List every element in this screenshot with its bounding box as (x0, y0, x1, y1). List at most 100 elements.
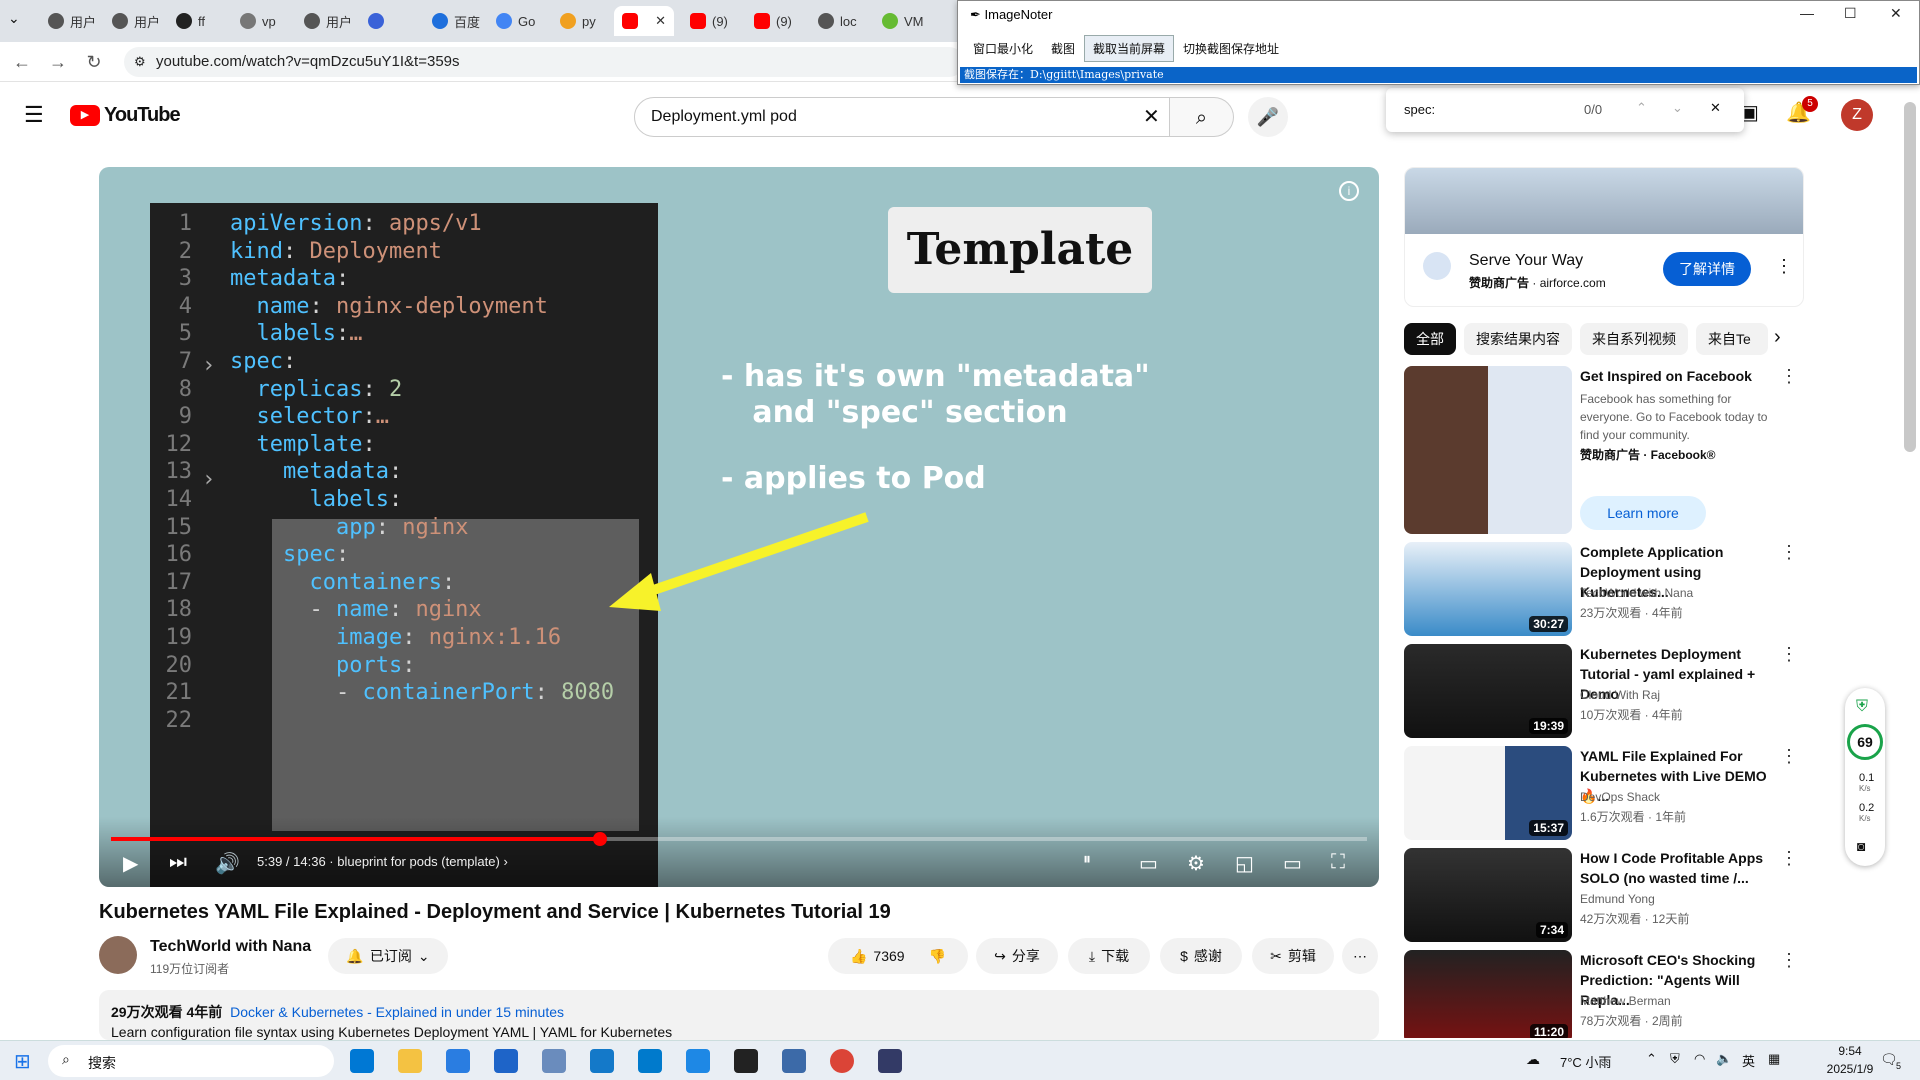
find-next-icon[interactable]: ⌄ (1672, 100, 1683, 116)
list-item[interactable]: 30:27 Complete Application Deployment us… (1404, 542, 1804, 638)
more-icon[interactable]: ⋮ (1780, 746, 1798, 767)
menu-screenshot[interactable]: 截图 (1042, 35, 1084, 62)
description-tags[interactable]: Docker & Kubernetes - Explained in under… (230, 1004, 564, 1020)
app-icon[interactable] (542, 1049, 566, 1073)
back-icon[interactable]: ← (10, 50, 34, 74)
chip-series[interactable]: 来自系列视频 (1580, 323, 1688, 355)
browser-tab-active[interactable]: ✕ (614, 6, 674, 36)
browser-tab[interactable]: 用户 (40, 6, 104, 36)
site-info-icon[interactable]: ⚙ (134, 47, 146, 77)
youtube-logo[interactable]: ▶ YouTube (70, 104, 181, 127)
browser-tab[interactable]: VM (874, 6, 932, 36)
sidebar-ad[interactable]: Serve Your Way 赞助商广告 · airforce.com 了解详情… (1404, 167, 1804, 307)
thanks-button[interactable]: $ 感谢 (1160, 938, 1242, 974)
settings-icon[interactable]: ⚙ (1187, 851, 1205, 876)
clear-search-icon[interactable]: ✕ (1143, 98, 1160, 136)
menu-icon[interactable]: ☰ (24, 102, 44, 128)
menu-minimize[interactable]: 窗口最小化 (964, 35, 1042, 62)
tray-chevron-icon[interactable]: ⌃ (1646, 1051, 1657, 1067)
clip-button[interactable]: ✂ 剪辑 (1252, 938, 1334, 974)
reload-icon[interactable]: ↻ (82, 50, 106, 74)
browser-tab[interactable]: loc (810, 6, 865, 36)
find-close-icon[interactable]: ✕ (1710, 100, 1721, 116)
video-player[interactable]: 1 apiVersion: apps/v1 2 kind: Deployment 3 me… (99, 167, 1379, 887)
clock-time[interactable]: 9:54 (1820, 1044, 1880, 1058)
taskbar-search[interactable]: ⌕ 搜索 (48, 1045, 334, 1077)
list-item[interactable]: Get Inspired on Facebook Facebook has so… (1404, 366, 1804, 534)
play-icon[interactable]: ▶ (123, 851, 138, 876)
browser-tab[interactable]: ff (168, 6, 213, 36)
speaker-icon[interactable]: 🔈 (1716, 1051, 1732, 1067)
browser-tab[interactable]: 用户 (104, 6, 168, 36)
search-app-icon[interactable] (590, 1049, 614, 1073)
file-explorer-icon[interactable] (398, 1049, 422, 1073)
browser-tab[interactable] (360, 6, 398, 36)
next-icon[interactable]: ⏭ (169, 851, 187, 874)
autoplay-toggle-icon[interactable]: ⏸ (1083, 851, 1091, 869)
like-count[interactable]: 7369 (873, 948, 904, 964)
camera-icon[interactable]: ◙ (1857, 838, 1865, 854)
more-icon[interactable]: ⋮ (1780, 542, 1798, 563)
volume-icon[interactable]: 🔊 (215, 851, 240, 876)
list-item[interactable]: 19:39 Kubernetes Deployment Tutorial - y… (1404, 644, 1804, 740)
chip-all[interactable]: 全部 (1404, 323, 1456, 355)
forward-icon[interactable]: → (46, 50, 70, 74)
more-icon[interactable]: ⋮ (1780, 848, 1798, 869)
channel-name[interactable]: TechWorld with Nana (150, 938, 311, 956)
minimize-icon[interactable]: — (1800, 5, 1814, 21)
more-icon[interactable]: ⋮ (1780, 644, 1798, 665)
browser-tab[interactable]: 百度 (424, 6, 488, 36)
dislike-icon[interactable]: 👎 (929, 948, 946, 965)
ime-indicator[interactable]: 英 (1742, 1051, 1755, 1070)
miniplayer-icon[interactable]: ◱ (1235, 851, 1254, 876)
maximize-icon[interactable]: ☐ (1844, 5, 1857, 22)
find-prev-icon[interactable]: ⌃ (1636, 100, 1647, 116)
ime-grid-icon[interactable]: ▦ (1768, 1051, 1780, 1067)
browser-tab[interactable]: vp (232, 6, 284, 36)
feishu-icon[interactable] (686, 1049, 710, 1073)
clock-date[interactable]: 2025/1/9 (1812, 1062, 1888, 1076)
tab-menu-icon[interactable]: ⌄ (8, 10, 20, 27)
avatar[interactable]: Z (1841, 99, 1873, 131)
ad-cta-button[interactable]: 了解详情 (1663, 252, 1751, 286)
more-icon[interactable]: ⋮ (1780, 950, 1798, 971)
more-icon[interactable]: ⋮ (1780, 366, 1798, 387)
like-icon[interactable]: 👍 (850, 948, 867, 965)
list-item[interactable]: 15:37 YAML File Explained For Kubernetes… (1404, 746, 1804, 842)
wifi-icon[interactable]: ◠ (1694, 1051, 1705, 1067)
share-button[interactable]: ↪ 分享 (976, 938, 1058, 974)
menu-capture-screen[interactable]: 截取当前屏幕 (1084, 35, 1175, 62)
search-button[interactable]: ⌕ (1170, 97, 1234, 137)
save-path-text[interactable]: 截图保存在：D:\ggiitt\Images\private (960, 67, 1917, 83)
fullscreen-icon[interactable]: ⛶ (1331, 851, 1345, 874)
chapter-title[interactable]: blueprint for pods (template) (337, 854, 500, 869)
scrubber-handle[interactable] (592, 832, 607, 846)
list-item[interactable]: 11:20 Microsoft CEO's Shocking Predictio… (1404, 950, 1804, 1038)
store-icon[interactable] (446, 1049, 470, 1073)
search-input[interactable]: Deployment.yml pod ✕ (634, 97, 1170, 137)
find-input[interactable]: spec: (1404, 102, 1435, 117)
address-bar[interactable]: ⚙ youtube.com/watch?v=qmDzcu5uY1I&t=359s (124, 47, 964, 77)
chip-search-results[interactable]: 搜索结果内容 (1464, 323, 1572, 355)
weather-text[interactable]: 7°C 小雨 (1560, 1052, 1611, 1071)
download-button[interactable]: ⤓ 下载 (1068, 938, 1150, 974)
imagenoter-taskbar-icon[interactable] (878, 1049, 902, 1073)
subscribed-button[interactable]: 🔔 已订阅 ⌄ (328, 938, 448, 974)
close-icon[interactable]: ✕ (1890, 5, 1902, 22)
tab-close-icon[interactable]: ✕ (655, 13, 666, 29)
browser-tab[interactable]: (9) (746, 6, 800, 36)
terminal-icon[interactable] (734, 1049, 758, 1073)
channel-avatar[interactable] (99, 936, 137, 974)
description-box[interactable]: 29万次观看 4年前 Docker & Kubernetes - Explain… (99, 990, 1379, 1040)
progress-bar[interactable] (111, 832, 1367, 846)
menu-switch-path[interactable]: 切换截图保存地址 (1174, 35, 1288, 62)
edge-icon[interactable] (350, 1049, 374, 1073)
theater-icon[interactable]: ▭ (1283, 851, 1302, 876)
list-item[interactable]: 7:34 How I Code Profitable Apps SOLO (no… (1404, 848, 1804, 944)
info-icon[interactable]: i (1339, 181, 1359, 201)
defender-icon[interactable]: ⛨ (1670, 1051, 1680, 1067)
page-scrollbar[interactable] (1904, 102, 1916, 452)
learn-more-button[interactable]: Learn more (1580, 496, 1706, 530)
network-speed-widget[interactable]: ⛨ 69 0.1 K/s 0.2 K/s ◙ (1845, 688, 1885, 866)
chrome-icon[interactable] (830, 1049, 854, 1073)
